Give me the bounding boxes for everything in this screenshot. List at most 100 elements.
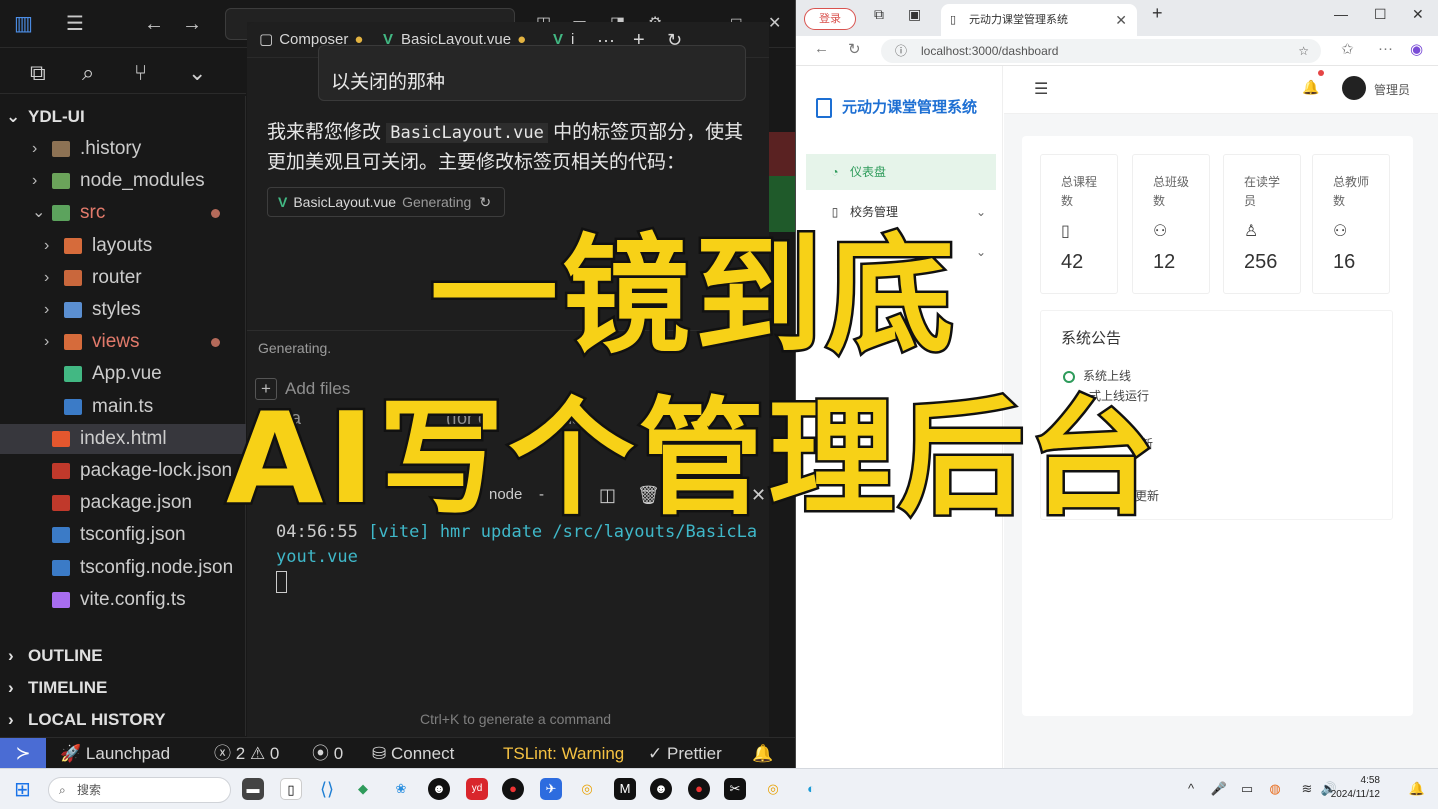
- announcement-item[interactable]: 系统上线: [1063, 367, 1131, 384]
- favorites-icon[interactable]: ✩: [1341, 40, 1354, 58]
- reload-icon[interactable]: ↻: [848, 40, 861, 58]
- tree-item-src[interactable]: ⌄ src: [0, 198, 246, 228]
- files-explorer-icon[interactable]: ⧉: [30, 60, 46, 86]
- announcement-title: 系统公告: [1061, 330, 1122, 347]
- tree-item-index-html[interactable]: index.html: [0, 423, 246, 454]
- timeline-section[interactable]: › TIMELINE: [0, 673, 246, 703]
- tray-app-icon[interactable]: ▭: [1236, 778, 1258, 800]
- error-icon: ⓧ: [214, 744, 231, 763]
- add-files-button[interactable]: + Add files: [255, 374, 350, 404]
- tree-item-vite-config-ts[interactable]: vite.config.ts: [0, 585, 246, 615]
- chrome2-icon[interactable]: ◎: [762, 778, 784, 800]
- favorite-star-icon[interactable]: ☆: [1298, 39, 1309, 63]
- warning-icon: ⚠: [249, 744, 266, 763]
- tree-item-styles[interactable]: › styles: [0, 295, 246, 325]
- notifications-bell-icon[interactable]: 🔔: [752, 738, 773, 769]
- terminal-dropdown-icon[interactable]: -: [539, 478, 544, 512]
- minimize-icon[interactable]: —: [1334, 6, 1348, 22]
- outline-section[interactable]: › OUTLINE: [0, 641, 246, 671]
- workspaces-icon[interactable]: ⧉: [874, 6, 884, 23]
- search-icon[interactable]: ⌕: [82, 60, 94, 86]
- chrome-icon[interactable]: ◎: [576, 778, 598, 800]
- menu-icon[interactable]: ☰: [66, 12, 84, 36]
- explorer-root[interactable]: ⌄ YDL-UI: [0, 102, 246, 132]
- file-icon[interactable]: ▯: [280, 778, 302, 800]
- back-arrow-icon[interactable]: ←: [144, 12, 164, 36]
- terminal-tab-node[interactable]: node: [489, 478, 522, 512]
- taskbar-search[interactable]: ⌕ 搜索: [48, 777, 231, 803]
- split-terminal-icon[interactable]: ◫: [599, 478, 616, 512]
- tree-item-package-lock-json[interactable]: package-lock.json: [0, 456, 246, 486]
- tree-item-tsconfig-json[interactable]: tsconfig.json: [0, 520, 246, 550]
- prettier-status[interactable]: ✓ Prettier: [648, 738, 722, 769]
- tree-item-views[interactable]: › views: [0, 327, 246, 357]
- close-window-icon[interactable]: ✕: [768, 12, 781, 36]
- local-history-section[interactable]: › LOCAL HISTORY: [0, 705, 246, 735]
- more-menu-icon[interactable]: ···: [1378, 40, 1393, 57]
- app-face-icon[interactable]: ☻: [650, 778, 672, 800]
- start-windows-icon[interactable]: ⊞: [14, 777, 31, 802]
- url-field[interactable]: ⓘ localhost:3000/dashboard ☆: [881, 39, 1321, 63]
- remote-indicator-icon[interactable]: ≻: [0, 738, 46, 769]
- menu-item-dashboard[interactable]: ◔ 仪表盘: [806, 154, 996, 190]
- announcement-item[interactable]: 式上线运行: [1089, 387, 1149, 404]
- tree-item-router[interactable]: › router: [0, 263, 246, 293]
- close-panel-icon[interactable]: ✕: [751, 478, 766, 512]
- app-send-icon[interactable]: ✈: [540, 778, 562, 800]
- tslint-status[interactable]: TSLint: Warning: [503, 738, 624, 769]
- problems-item[interactable]: ⓧ 2 ⚠ 0: [214, 738, 279, 769]
- tree-item-package-json[interactable]: package.json: [0, 488, 246, 518]
- task-view-icon[interactable]: ▬: [242, 778, 264, 800]
- tray-app2-icon[interactable]: ◍: [1264, 778, 1286, 800]
- close-window-icon[interactable]: ✕: [1412, 6, 1424, 23]
- more-views-chevron-icon[interactable]: ⌄: [188, 60, 206, 86]
- record2-icon[interactable]: ●: [688, 778, 710, 800]
- close-tab-icon[interactable]: ✕: [1115, 4, 1127, 36]
- ports-item[interactable]: ⦿ 0: [312, 738, 343, 769]
- launchpad-item[interactable]: 🚀 Launchpad: [60, 738, 170, 769]
- collapse-menu-icon[interactable]: ☰: [1034, 79, 1048, 99]
- trash-icon[interactable]: 🗑: [637, 478, 660, 512]
- connect-item[interactable]: ⛁ Connect: [372, 738, 454, 769]
- edge-icon[interactable]: ◐: [800, 778, 822, 800]
- record-icon[interactable]: ●: [502, 778, 524, 800]
- forward-arrow-icon[interactable]: →: [182, 12, 202, 36]
- announcement-item[interactable]: 新: [1141, 435, 1153, 452]
- user-name[interactable]: 管理员: [1374, 81, 1410, 98]
- terminal-output[interactable]: 04:56:55 [vite] hmr update /src/layouts/…: [276, 520, 771, 595]
- copilot-icon[interactable]: ◉: [1410, 40, 1423, 58]
- vscode-icon[interactable]: ⟨⟩: [316, 778, 338, 800]
- taskbar-clock[interactable]: 4:58 2024/11/12: [1331, 774, 1380, 802]
- avatar[interactable]: [1342, 76, 1366, 100]
- generating-file-chip[interactable]: V BasicLayout.vue Generating ↻: [267, 187, 505, 217]
- announcement-item[interactable]: 更新: [1135, 487, 1159, 504]
- tab-actions-icon[interactable]: ▣: [908, 6, 921, 23]
- tree-item-layouts[interactable]: › layouts: [0, 231, 246, 261]
- app-blue-icon[interactable]: ❀: [390, 778, 412, 800]
- tree-item-tsconfig-node-json[interactable]: tsconfig.node.json: [0, 553, 246, 583]
- new-tab-plus-icon[interactable]: +: [1152, 3, 1163, 24]
- source-control-icon[interactable]: ⑂: [134, 60, 147, 86]
- tree-item-node-modules[interactable]: › node_modules: [0, 166, 246, 196]
- capcut-icon[interactable]: ✂: [724, 778, 746, 800]
- model-selector[interactable]: efa (for c ds): [276, 408, 587, 429]
- maximize-icon[interactable]: ☐: [1374, 6, 1387, 23]
- notifications-bell-icon[interactable]: 🔔: [1302, 79, 1319, 96]
- app-m-icon[interactable]: M: [614, 778, 636, 800]
- tree-item-main-ts[interactable]: main.ts: [0, 392, 246, 422]
- folder-layout-icon: [64, 237, 82, 254]
- tray-chevron-icon[interactable]: ^: [1180, 778, 1202, 800]
- tree-item-app-vue[interactable]: App.vue: [0, 359, 246, 389]
- browser-tab[interactable]: ▯ 元动力课堂管理系统 ✕: [941, 4, 1137, 36]
- back-arrow-icon[interactable]: ←: [814, 40, 829, 57]
- app-dark-icon[interactable]: ☻: [428, 778, 450, 800]
- menu-item-school-affairs[interactable]: ▯ 校务管理 ⌄: [806, 194, 996, 230]
- youdao-icon[interactable]: yd: [466, 778, 488, 800]
- app-green-icon[interactable]: ◆: [352, 778, 374, 800]
- mic-icon[interactable]: 🎤: [1208, 778, 1230, 800]
- profile-button[interactable]: 登录: [804, 8, 856, 30]
- wifi-icon[interactable]: ≋: [1296, 778, 1318, 800]
- tree-item-history[interactable]: › .history: [0, 134, 246, 164]
- notification-bell-icon[interactable]: 🔔: [1406, 778, 1428, 800]
- menu-item-collapsed[interactable]: ⌄: [806, 234, 996, 270]
